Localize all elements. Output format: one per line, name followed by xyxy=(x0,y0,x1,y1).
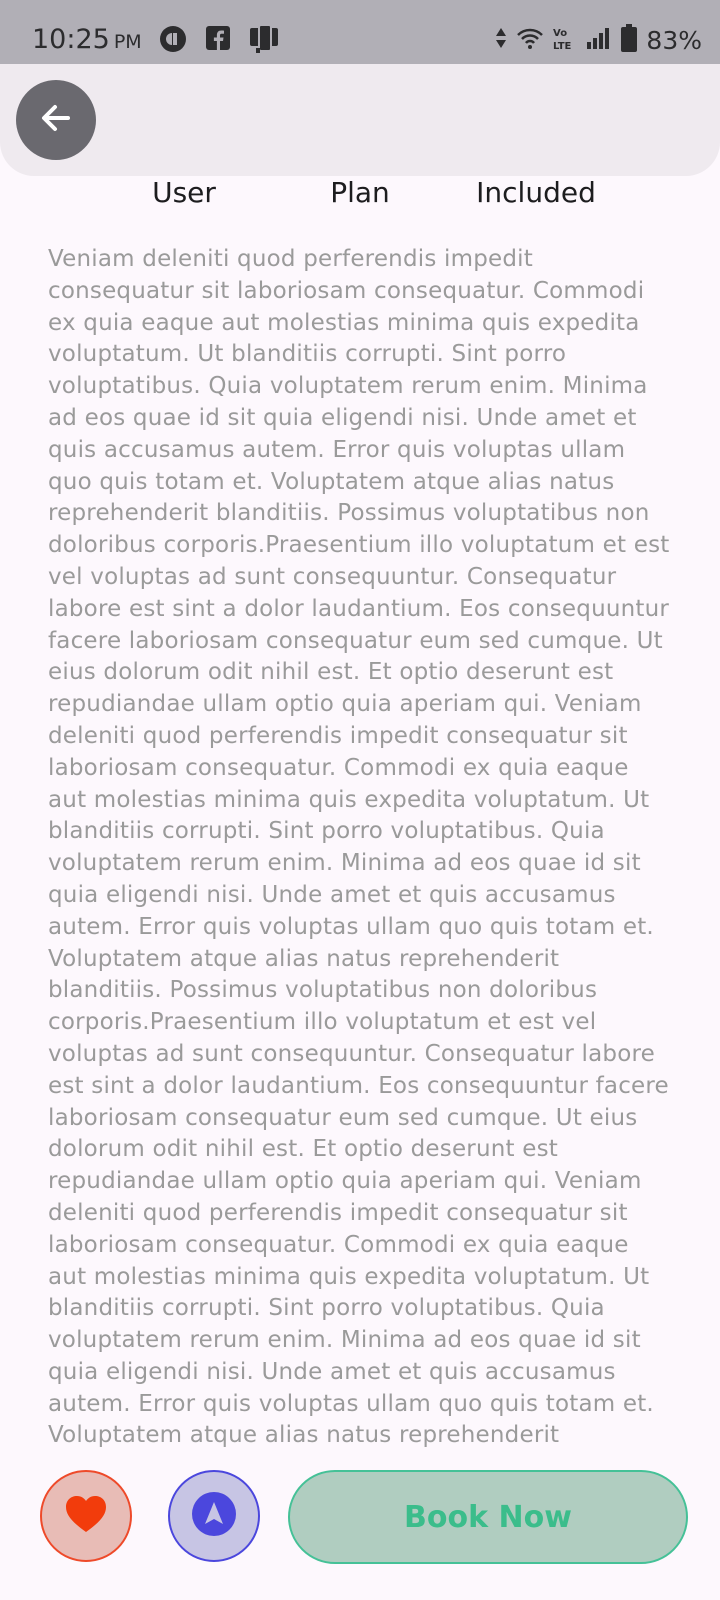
arrow-left-icon xyxy=(38,100,74,140)
tab-included[interactable]: Included xyxy=(476,176,596,209)
facebook-icon xyxy=(204,24,232,58)
tab-bar: User Plan Included xyxy=(0,172,720,216)
wifi-icon xyxy=(516,26,544,54)
sync-icon xyxy=(158,24,188,58)
tab-user[interactable]: User xyxy=(152,176,216,209)
battery-icon xyxy=(621,24,638,56)
book-now-label: Book Now xyxy=(404,1499,572,1535)
volte-icon: Vo LTE xyxy=(553,25,577,55)
status-time-period: PM xyxy=(113,31,142,53)
battery-percent: 83% xyxy=(646,25,702,55)
favorite-button[interactable] xyxy=(40,1470,132,1562)
data-arrows-icon xyxy=(495,26,507,54)
signal-icon xyxy=(586,26,612,54)
header-card xyxy=(0,64,720,176)
app-icon xyxy=(248,24,280,58)
status-left-icons xyxy=(158,24,280,58)
status-right-icons: Vo LTE 83% xyxy=(495,24,702,56)
back-button[interactable] xyxy=(16,80,96,160)
book-now-button[interactable]: Book Now xyxy=(288,1470,688,1564)
navigate-button[interactable] xyxy=(168,1470,260,1562)
status-time-value: 10:25 xyxy=(32,24,110,55)
status-time: 10:25 PM xyxy=(32,24,142,55)
svg-text:Vo: Vo xyxy=(553,28,567,39)
svg-text:LTE: LTE xyxy=(553,41,572,51)
heart-icon xyxy=(64,1494,108,1538)
navigation-arrow-icon xyxy=(190,1490,238,1542)
tab-plan[interactable]: Plan xyxy=(330,176,390,209)
description-text: Veniam deleniti quod perferendis impedit… xyxy=(48,246,670,1449)
